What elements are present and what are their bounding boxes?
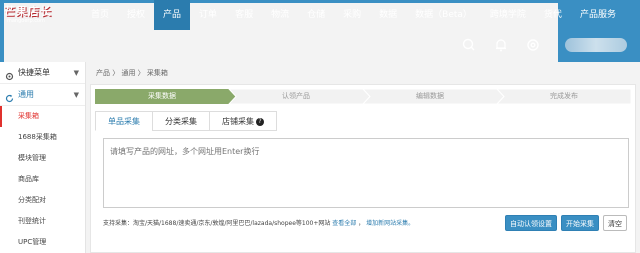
chevron-down-icon: ▼ xyxy=(73,69,79,77)
collect-tabs: 单品采集 分类采集 店铺采集? xyxy=(95,111,277,131)
main-menu: 首页 授权 产品 订单 客服 物流 仓储 采购 数据 数据（Beta） 跨境学院 货代 产品服务 xyxy=(82,0,625,30)
chevron-down-icon: ▼ xyxy=(73,91,79,99)
nav-item[interactable]: 授权 xyxy=(118,0,154,30)
sidebar-general[interactable]: 通用 ▼ xyxy=(0,84,85,106)
sidebar-item[interactable]: 商品库 xyxy=(0,169,85,190)
nav-item[interactable]: 首页 xyxy=(82,0,118,30)
top-navigation-bar: 芒果店长 mangoerp.com 首页 授权 产品 订单 客服 物流 仓储 采购 数据 数据（B… xyxy=(0,0,640,194)
settings-icon[interactable] xyxy=(524,36,542,54)
search-icon[interactable] xyxy=(460,36,478,54)
step-collect-data: 采集数据 xyxy=(148,92,176,100)
step-claim-products: 认领产品 xyxy=(282,92,310,100)
gear-icon xyxy=(5,68,14,81)
nav-item[interactable]: 产品服务 xyxy=(571,0,625,30)
user-account-menu[interactable] xyxy=(565,38,627,52)
sidebar: 快捷菜单 ▼ 通用 ▼ 采集箱 1688采集箱 模块管理 商品库 分类配对 刊登统计 UPC… xyxy=(0,62,86,253)
tab-store-collect[interactable]: 店铺采集? xyxy=(209,111,277,131)
logo-domain: mangoerp.com xyxy=(7,18,45,24)
nav-item[interactable]: 跨境学院 xyxy=(481,0,535,30)
breadcrumb: 产品 〉 通用 〉 采集箱 xyxy=(96,69,168,77)
nav-item[interactable]: 采购 xyxy=(334,0,370,30)
nav-item[interactable]: 数据 xyxy=(370,0,406,30)
collect-panel: 采集数据 认领产品 编辑数据 完成发布 单品采集 分类采集 店铺采集? 支持采集… xyxy=(90,84,636,253)
bell-icon[interactable] xyxy=(492,36,510,54)
step-publish: 完成发布 xyxy=(550,92,578,100)
quick-menu-label: 快捷菜单 xyxy=(18,68,50,77)
step-edit-data: 编辑数据 xyxy=(416,92,444,100)
sidebar-quick-menu[interactable]: 快捷菜单 ▼ xyxy=(0,62,85,84)
sidebar-item[interactable]: 1688采集箱 xyxy=(0,127,85,148)
view-all-link[interactable]: 查看全部 xyxy=(332,220,356,227)
sidebar-item[interactable]: 模块管理 xyxy=(0,148,85,169)
help-icon[interactable]: ? xyxy=(256,117,264,126)
logo[interactable]: 芒果店长 mangoerp.com xyxy=(4,3,558,194)
refresh-icon xyxy=(5,90,14,103)
product-url-input[interactable] xyxy=(103,138,629,208)
nav-item[interactable]: 仓储 xyxy=(298,0,334,30)
sidebar-item[interactable]: 分类配对 xyxy=(0,190,85,211)
nav-item[interactable]: 产品 xyxy=(154,0,191,30)
supported-sites-text: 支持采集：淘宝/天猫/1688/速卖通/京东/敦煌/阿里巴巴/lazada/sh… xyxy=(103,220,415,227)
nav-item[interactable]: 数据（Beta） xyxy=(406,0,481,30)
nav-item[interactable]: 物流 xyxy=(262,0,298,30)
auto-claim-settings-button[interactable]: 自动认领设置 xyxy=(505,215,557,231)
sidebar-item[interactable]: 采集箱 xyxy=(0,106,85,127)
clear-button[interactable]: 清空 xyxy=(603,215,627,231)
tab-category-collect[interactable]: 分类采集 xyxy=(152,111,209,131)
sidebar-item[interactable]: UPC管理 xyxy=(0,232,85,253)
sidebar-item[interactable]: 刊登统计 xyxy=(0,211,85,232)
nav-item[interactable]: 客服 xyxy=(226,0,262,30)
main-content: 产品 〉 通用 〉 采集箱 采集数据 认领产品 编辑数据 完成发布 单品采集 分… xyxy=(86,62,640,253)
start-collect-button[interactable]: 开始采集 xyxy=(561,215,599,231)
nav-item[interactable]: 货代 xyxy=(535,0,571,30)
general-label: 通用 xyxy=(18,90,34,99)
add-site-link[interactable]: 增加新网站采集。 xyxy=(366,220,414,227)
nav-item[interactable]: 订单 xyxy=(190,0,226,30)
step-progress: 采集数据 认领产品 编辑数据 完成发布 xyxy=(95,89,631,104)
tab-single-collect[interactable]: 单品采集 xyxy=(95,111,152,131)
